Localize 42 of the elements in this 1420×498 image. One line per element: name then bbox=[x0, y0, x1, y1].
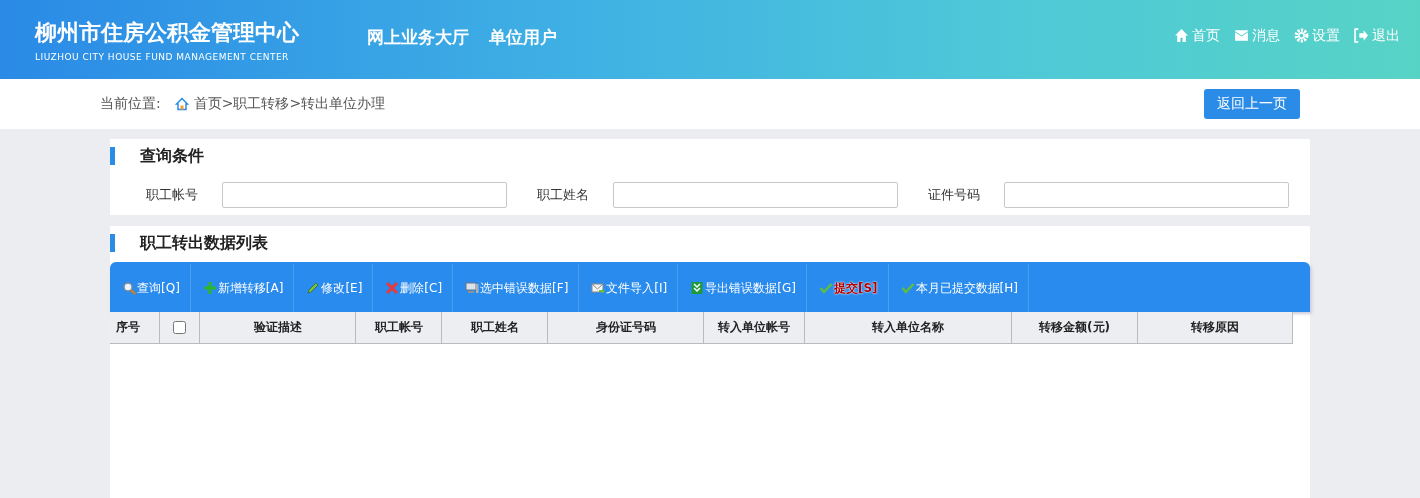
settings-icon bbox=[1294, 28, 1309, 43]
column-header: 职工帐号 bbox=[356, 312, 442, 343]
breadcrumb-path: >职工转移>转出单位办理 bbox=[221, 95, 386, 113]
pencil-icon bbox=[306, 281, 321, 295]
site-subtitle: LIUZHOU CITY HOUSE FUND MANAGEMENT CENTER bbox=[35, 51, 290, 62]
exit-icon bbox=[1354, 28, 1369, 43]
computer-icon bbox=[465, 281, 480, 295]
column-header: 职工姓名 bbox=[442, 312, 548, 343]
field-label: 职工姓名 bbox=[537, 186, 585, 204]
header-link[interactable]: 消息 bbox=[1234, 26, 1280, 45]
header-link[interactable]: 首页 bbox=[1174, 26, 1220, 45]
home-icon bbox=[1174, 28, 1189, 43]
envelope-icon bbox=[591, 281, 606, 295]
column-header: 转移原因 bbox=[1138, 312, 1293, 343]
nav-link[interactable]: 单位用户 bbox=[489, 26, 557, 49]
select-all-checkbox[interactable] bbox=[173, 321, 186, 334]
column-header: 序号 bbox=[110, 312, 160, 343]
nav-link[interactable]: 网上业务大厅 bbox=[367, 26, 469, 49]
breadcrumb-label: 当前位置: bbox=[100, 95, 161, 113]
column-header: 转移金额(元) bbox=[1012, 312, 1138, 343]
download-icon bbox=[690, 281, 705, 295]
section-title: 查询条件 bbox=[110, 147, 1310, 165]
input-field[interactable] bbox=[222, 182, 507, 208]
back-button[interactable]: 返回上一页 bbox=[1204, 89, 1300, 119]
checkmark-icon bbox=[818, 281, 833, 295]
search-icon bbox=[122, 281, 136, 295]
breadcrumb-home-link[interactable]: 首页 bbox=[174, 95, 222, 113]
column-header: 转入单位帐号 bbox=[704, 312, 805, 343]
input-field[interactable] bbox=[1004, 182, 1289, 208]
column-header: 身份证号码 bbox=[548, 312, 704, 343]
checkmark-icon bbox=[900, 281, 915, 295]
input-field[interactable] bbox=[613, 182, 898, 208]
header-link[interactable]: 退出 bbox=[1354, 26, 1400, 45]
envelope-icon bbox=[1234, 28, 1249, 43]
header-link[interactable]: 设置 bbox=[1294, 26, 1340, 45]
site-title: 柳州市住房公积金管理中心 bbox=[35, 18, 300, 47]
section-title: 职工转出数据列表 bbox=[110, 234, 1310, 252]
column-header: 验证描述 bbox=[200, 312, 356, 343]
plus-icon bbox=[202, 281, 217, 295]
column-header: 转入单位名称 bbox=[805, 312, 1012, 343]
home-icon bbox=[174, 97, 189, 111]
cross-icon bbox=[385, 281, 400, 295]
